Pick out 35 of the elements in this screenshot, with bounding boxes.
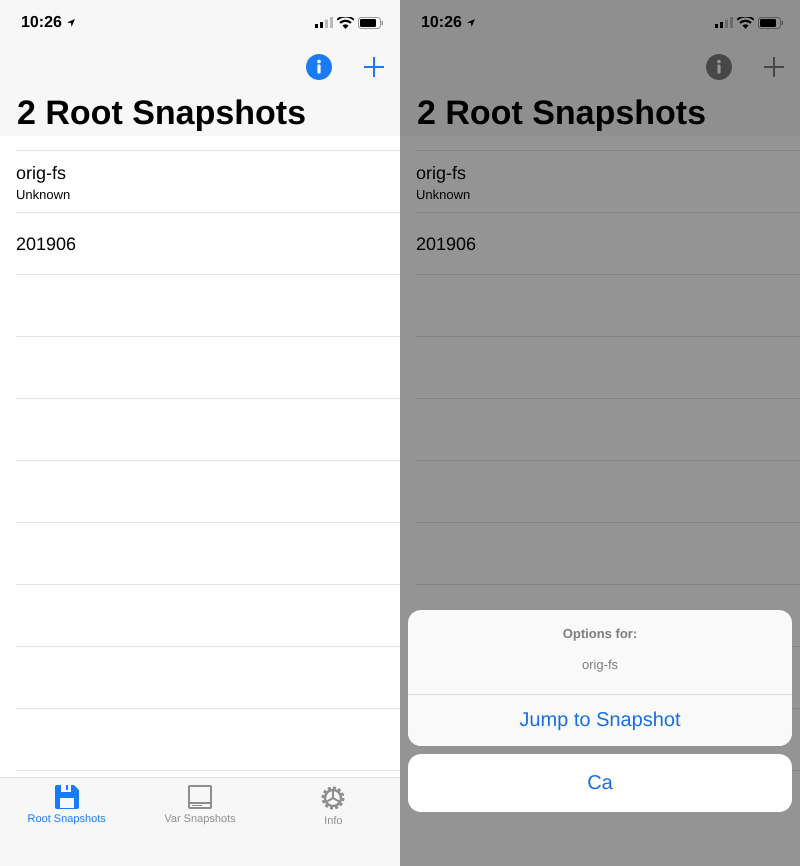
- list-row[interactable]: 201906: [416, 213, 800, 275]
- battery-icon: [358, 16, 384, 29]
- sheet-title: Options for:: [562, 626, 638, 641]
- tab[interactable]: Info: [266, 778, 400, 866]
- signal-icon: [715, 17, 733, 28]
- hard-drive-icon: [186, 784, 213, 810]
- snapshot-name: orig-fs: [16, 162, 66, 184]
- wifi-icon: [337, 16, 354, 29]
- page-title: 2 Root Snapshots: [417, 93, 708, 134]
- tab[interactable]: Var Snapshots: [133, 778, 267, 866]
- snapshot-subtitle: Unknown: [16, 186, 70, 202]
- snapshot-name: 201906: [16, 234, 76, 254]
- list-row[interactable]: orig-fs Unknown: [16, 151, 400, 213]
- snapshot-name: 201906: [416, 234, 476, 254]
- wifi-icon: [737, 16, 754, 29]
- info-icon[interactable]: [306, 54, 332, 80]
- tab[interactable]: Root Snapshots: [0, 778, 134, 866]
- snapshot-subtitle: Unknown: [416, 186, 470, 202]
- signal-icon: [315, 17, 333, 28]
- add-icon[interactable]: [364, 56, 384, 77]
- location-arrow-icon: [466, 18, 476, 28]
- info-icon[interactable]: [706, 54, 732, 80]
- list-row[interactable]: 201906: [16, 213, 400, 275]
- sheet-message: orig-fs: [582, 657, 618, 672]
- add-icon[interactable]: [764, 56, 784, 77]
- location-arrow-icon: [66, 18, 76, 28]
- battery-icon: [758, 16, 784, 29]
- snapshot-name: orig-fs: [416, 162, 466, 184]
- list-row[interactable]: orig-fs Unknown: [416, 151, 800, 213]
- action-button[interactable]: Jump to Snapshot: [408, 694, 792, 746]
- page-title: 2 Root Snapshots: [17, 93, 308, 134]
- status-time: 10:26: [21, 14, 62, 32]
- cancel-button[interactable]: Ca: [408, 754, 792, 812]
- settings-icon: [319, 784, 348, 812]
- status-time: 10:26: [421, 14, 462, 32]
